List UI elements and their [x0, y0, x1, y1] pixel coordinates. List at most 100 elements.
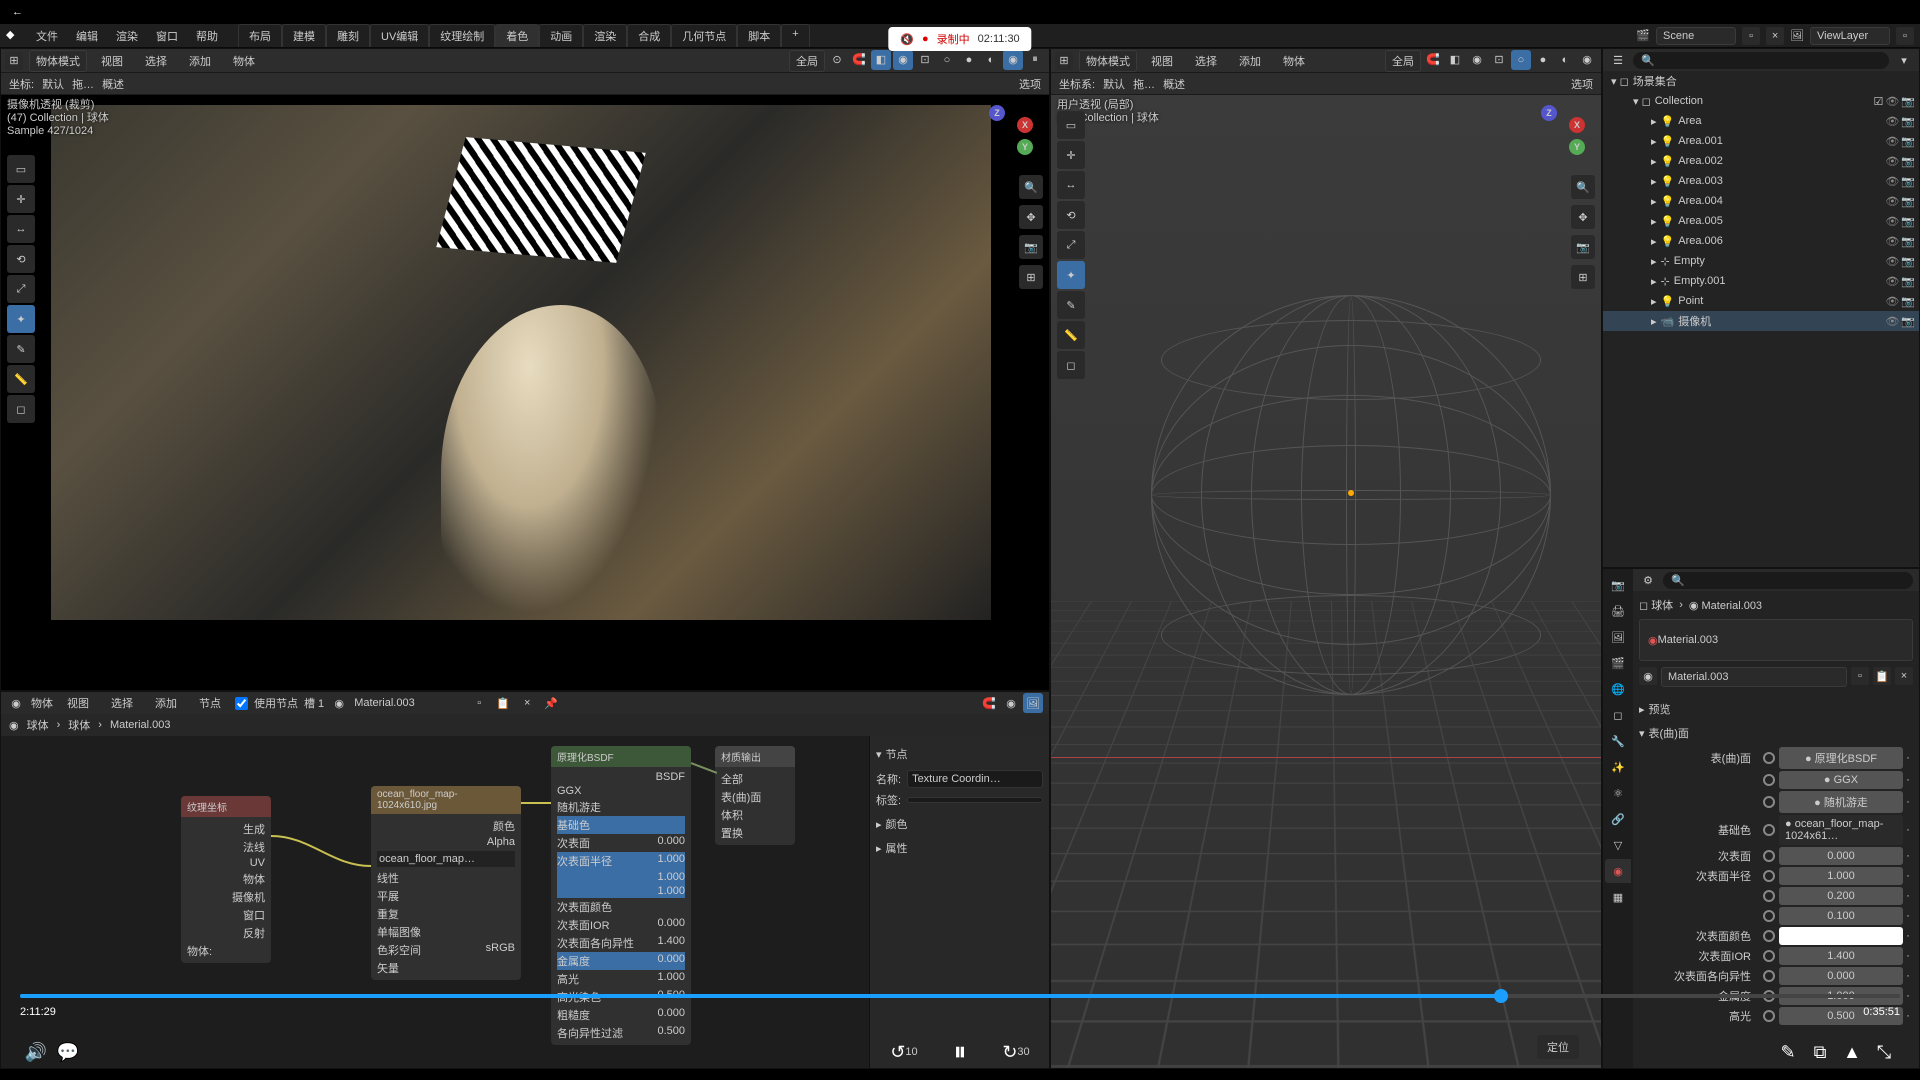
- tool-annotate-icon[interactable]: ✎: [7, 335, 35, 363]
- outliner-item[interactable]: ▸ 💡 Area.006👁📷: [1603, 231, 1919, 251]
- xray-icon[interactable]: ⊡: [915, 50, 935, 70]
- mat-name-input[interactable]: Material.003: [354, 697, 464, 709]
- outliner-item[interactable]: ▸ 💡 Area.003👁📷: [1603, 171, 1919, 191]
- options-dropdown[interactable]: 选项: [1571, 76, 1593, 92]
- tool-addcube-icon[interactable]: ◻: [7, 395, 35, 423]
- workspace-tab[interactable]: 布局: [238, 24, 282, 47]
- workspace-tab[interactable]: 建模: [282, 24, 326, 47]
- property-value[interactable]: 0.000: [1779, 967, 1903, 985]
- properties-search-input[interactable]: 🔍: [1663, 572, 1913, 589]
- bc-mat[interactable]: ◉ Material.003: [1689, 599, 1762, 612]
- 3d-viewport-canvas[interactable]: 用户透视 (局部) (47) Collection | 球体 ▭ ✛ ↔ ⟲ ⤢…: [1051, 95, 1601, 1068]
- gizmo-z-icon[interactable]: Z: [1541, 105, 1557, 121]
- node-texture-coordinate[interactable]: 纹理坐标 生成 法线 UV 物体 摄像机 窗口 反射 物体:: [181, 796, 271, 963]
- slot-dropdown[interactable]: 槽 1: [304, 695, 324, 711]
- editor-type-icon[interactable]: ⊞: [5, 52, 23, 70]
- node-menu-view[interactable]: 视图: [59, 692, 97, 714]
- shading-wire-icon[interactable]: ○: [937, 50, 957, 70]
- options-dropdown[interactable]: 选项: [1019, 76, 1041, 92]
- mat-del-button[interactable]: ×: [1895, 667, 1913, 685]
- gizmo-x-icon[interactable]: X: [1017, 117, 1033, 133]
- node-menu-select[interactable]: 选择: [103, 692, 141, 714]
- vp-menu-view[interactable]: 视图: [1143, 50, 1181, 72]
- subtitle-icon[interactable]: 💬: [52, 1036, 84, 1068]
- persp-icon[interactable]: ⊞: [1019, 265, 1043, 289]
- tool-measure-icon[interactable]: 📏: [1057, 321, 1085, 349]
- pivot-icon[interactable]: ⊙: [827, 50, 847, 70]
- outliner-search-input[interactable]: 🔍: [1633, 52, 1889, 69]
- property-value[interactable]: 1.400: [1779, 947, 1903, 965]
- bc-obj[interactable]: ◻ 球体: [1639, 597, 1673, 613]
- node-material-output[interactable]: 材质输出 全部 表(曲)面 体积 置换: [715, 746, 795, 845]
- property-value[interactable]: 0.100: [1779, 907, 1903, 925]
- tool-scale-icon[interactable]: ⤢: [1057, 231, 1085, 259]
- vp-menu-select[interactable]: 选择: [1187, 50, 1225, 72]
- tool-select-icon[interactable]: ▭: [7, 155, 35, 183]
- bc-object[interactable]: 球体: [27, 717, 49, 733]
- camera-view-icon[interactable]: 📷: [1571, 235, 1595, 259]
- xray-icon[interactable]: ⊡: [1489, 50, 1509, 70]
- vp-menu-object[interactable]: 物体: [1275, 50, 1313, 72]
- outliner-collection[interactable]: ▾ ◻ Collection ☑👁📷: [1603, 91, 1919, 111]
- browser-back-icon[interactable]: ←: [12, 6, 23, 18]
- render-viewport-canvas[interactable]: 摄像机透视 (裁剪) (47) Collection | 球体 Sample 4…: [1, 95, 1049, 690]
- menu-edit[interactable]: 编辑: [68, 25, 106, 47]
- shading-matprev-icon[interactable]: ◐: [981, 50, 1001, 70]
- coord-dropdown[interactable]: 默认: [1103, 76, 1125, 92]
- workspace-tab[interactable]: 纹理绘制: [429, 24, 495, 47]
- tool-move-icon[interactable]: ↔: [1057, 171, 1085, 199]
- pause-render-icon[interactable]: ⏸: [1025, 50, 1045, 70]
- gizmo-x-icon[interactable]: X: [1569, 117, 1585, 133]
- node-panel-title[interactable]: ▾ 节点: [876, 742, 1043, 766]
- outliner-scene-collection[interactable]: ▾ ◻ 场景集合: [1603, 71, 1919, 91]
- workspace-tab[interactable]: 着色: [495, 24, 539, 47]
- link-socket-icon[interactable]: [1763, 752, 1775, 764]
- mat-new-button[interactable]: 📋: [494, 694, 512, 712]
- drag-dropdown[interactable]: 概述: [1163, 76, 1185, 92]
- link-socket-icon[interactable]: [1763, 796, 1775, 808]
- node-menu-add[interactable]: 添加: [147, 692, 185, 714]
- progress-thumb[interactable]: [1494, 989, 1508, 1003]
- tool-rotate-icon[interactable]: ⟲: [1057, 201, 1085, 229]
- coord-dropdown[interactable]: 默认: [42, 76, 64, 92]
- vp-menu-add[interactable]: 添加: [181, 50, 219, 72]
- mat-new-button[interactable]: ▫: [1851, 667, 1869, 685]
- property-dropdown[interactable]: ● 原理化BSDF: [1779, 747, 1903, 769]
- link-socket-icon[interactable]: [1763, 890, 1775, 902]
- tool-addcube-icon[interactable]: ◻: [1057, 351, 1085, 379]
- node-label-input[interactable]: [907, 797, 1043, 803]
- tool-rotate-icon[interactable]: ⟲: [7, 245, 35, 273]
- use-nodes-checkbox[interactable]: [235, 697, 248, 710]
- gizmo-toggle-icon[interactable]: ◧: [871, 50, 891, 70]
- edit-icon[interactable]: ✎: [1772, 1036, 1804, 1068]
- vp-menu-select[interactable]: 选择: [137, 50, 175, 72]
- workspace-tab[interactable]: 渲染: [583, 24, 627, 47]
- pan-icon[interactable]: ✥: [1571, 205, 1595, 229]
- props-panel[interactable]: ▸ 属性: [876, 836, 1043, 860]
- prop-tab-particle-icon[interactable]: ✨: [1605, 755, 1631, 779]
- property-dropdown[interactable]: ● 随机游走: [1779, 791, 1903, 813]
- rewind-10-icon[interactable]: ↺10: [888, 1036, 920, 1068]
- workspace-tab[interactable]: UV编辑: [370, 24, 429, 47]
- outliner-item[interactable]: ▸ 📹 摄像机👁📷: [1603, 311, 1919, 331]
- node-menu-node[interactable]: 节点: [191, 692, 229, 714]
- menu-render[interactable]: 渲染: [108, 25, 146, 47]
- progress-track[interactable]: [20, 994, 1900, 998]
- texture-link[interactable]: ● ocean_floor_map-1024x61…: [1779, 815, 1903, 845]
- link-socket-icon[interactable]: [1763, 910, 1775, 922]
- editor-type-icon[interactable]: ◉: [7, 694, 25, 712]
- layer-new-button[interactable]: ▫: [1896, 27, 1914, 45]
- preview-panel[interactable]: ▸ 预览: [1639, 697, 1913, 721]
- gizmo-toggle-icon[interactable]: ◧: [1445, 50, 1465, 70]
- zoom-icon[interactable]: 🔍: [1571, 175, 1595, 199]
- tool-transform-icon[interactable]: ✦: [1057, 261, 1085, 289]
- outliner-item[interactable]: ▸ 💡 Area.005👁📷: [1603, 211, 1919, 231]
- editor-type-icon[interactable]: ⚙: [1639, 571, 1657, 589]
- snap-icon[interactable]: 🧲: [1423, 50, 1443, 70]
- prop-tab-texture-icon[interactable]: ▦: [1605, 885, 1631, 909]
- scene-new-button[interactable]: ▫: [1742, 27, 1760, 45]
- gizmo-z-icon[interactable]: Z: [989, 105, 1005, 121]
- drag-dropdown[interactable]: 概述: [102, 76, 124, 92]
- prop-tab-world-icon[interactable]: 🌐: [1605, 677, 1631, 701]
- node-image-texture[interactable]: ocean_floor_map-1024x610.jpg 颜色 Alpha oc…: [371, 786, 521, 980]
